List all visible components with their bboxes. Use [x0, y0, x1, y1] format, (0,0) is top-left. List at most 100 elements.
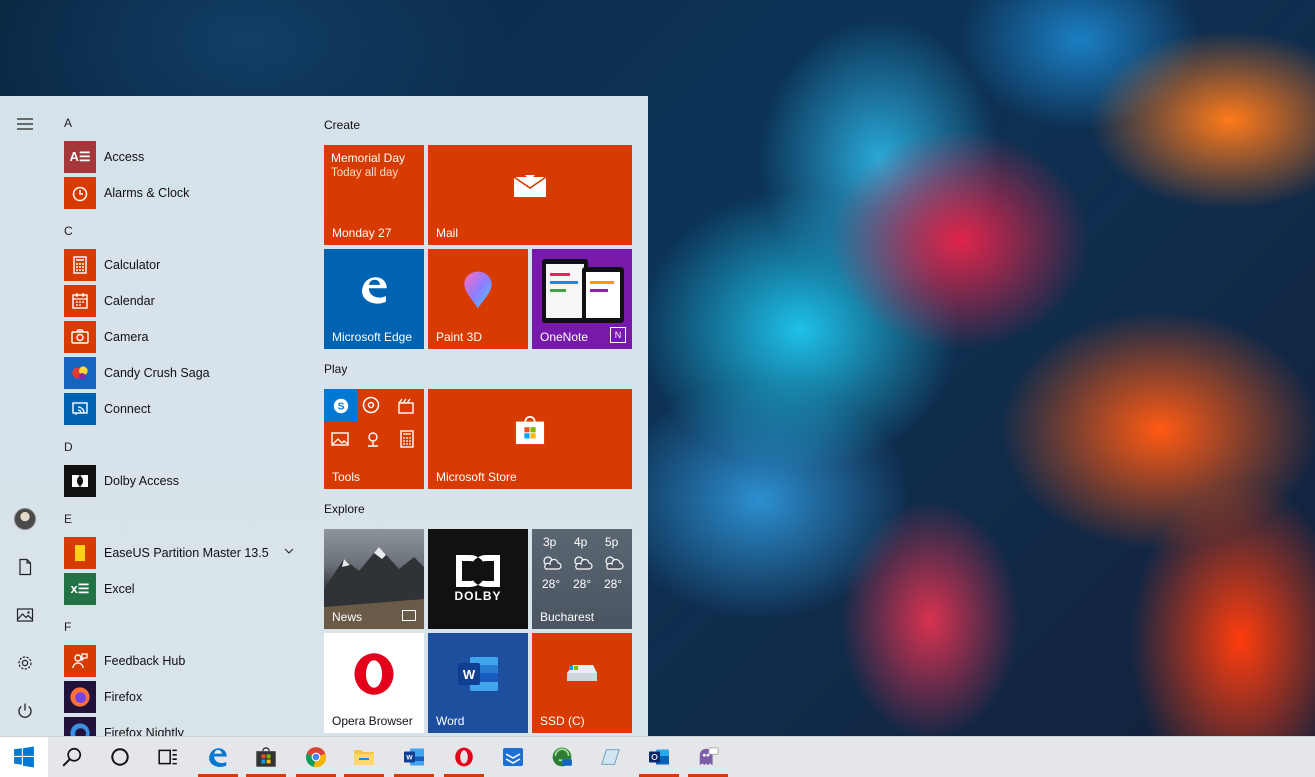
start-rail: [0, 96, 50, 736]
cortana-button[interactable]: [96, 737, 144, 777]
app-label: Firefox: [104, 690, 143, 704]
chevron-down-icon[interactable]: [284, 546, 294, 556]
tile-microsoft-store[interactable]: Microsoft Store: [428, 389, 632, 489]
task-view-button[interactable]: [144, 737, 192, 777]
tile-microsoft-edge[interactable]: Microsoft Edge: [324, 249, 424, 349]
app-list: A A☰ Access Alarms & Clock C Calculator …: [50, 96, 310, 736]
settings-button[interactable]: [5, 643, 45, 683]
pictures-button[interactable]: [5, 595, 45, 635]
app-connect[interactable]: Connect: [64, 393, 304, 425]
calendar-icon: [64, 285, 96, 317]
app-calendar[interactable]: Calendar: [64, 285, 304, 317]
app-label: Calculator: [104, 258, 161, 272]
tile-tools-folder[interactable]: S Tools: [324, 389, 424, 489]
feedback-icon: [64, 645, 96, 677]
taskbar-store[interactable]: [242, 737, 290, 777]
app-easeus[interactable]: EaseUS Partition Master 13.5: [64, 537, 304, 569]
power-icon: [18, 703, 32, 718]
app-access[interactable]: A☰ Access: [64, 141, 304, 173]
app-firefox-nightly[interactable]: Firefox Nightly: [64, 717, 304, 736]
app-calculator[interactable]: Calculator: [64, 249, 304, 281]
taskbar-outlook[interactable]: [635, 737, 683, 777]
app-alarms-clock[interactable]: Alarms & Clock: [64, 177, 304, 209]
letter-header-e[interactable]: E: [64, 512, 72, 526]
user-account-button[interactable]: [5, 499, 45, 539]
file-explorer-icon: [354, 750, 374, 765]
folder-icon: [64, 537, 96, 569]
app-feedback-hub[interactable]: Feedback Hub: [64, 645, 304, 677]
tile-weather[interactable]: 3p 4p 5p 28° 28° 28° Bucharest: [532, 529, 632, 629]
calendar-event-time: Today all day: [331, 167, 399, 179]
word-icon: W: [404, 748, 424, 766]
tile-ssd-drive[interactable]: SSD (C): [532, 633, 632, 733]
mail-sync-icon: [503, 748, 523, 766]
tile-paint-3d[interactable]: Paint 3D: [428, 249, 528, 349]
documents-button[interactable]: [5, 547, 45, 587]
weather-hour: 3p: [543, 535, 557, 549]
app-excel[interactable]: x☰ Excel: [64, 573, 304, 605]
letter-header-a[interactable]: A: [64, 116, 72, 130]
app-firefox[interactable]: Firefox: [64, 681, 304, 713]
store-icon: [428, 389, 632, 471]
skype-icon: S: [324, 389, 357, 422]
hamburger-menu-button[interactable]: [5, 104, 45, 144]
taskbar: W: [0, 736, 1315, 777]
tile-mail[interactable]: Mail: [428, 145, 632, 245]
taskbar-file-explorer[interactable]: [340, 737, 388, 777]
partly-cloudy-icon: [605, 556, 624, 570]
taskbar-mail-sync[interactable]: [489, 737, 537, 777]
search-button[interactable]: [48, 737, 96, 777]
letter-header-f[interactable]: F: [64, 620, 71, 634]
connect-icon: [64, 393, 96, 425]
app-dolby-access[interactable]: Dolby Access: [64, 465, 304, 497]
edge-icon: [324, 249, 424, 331]
app-label: Access: [104, 150, 145, 164]
group-title-explore[interactable]: Explore: [324, 502, 365, 516]
svg-text:W: W: [406, 755, 413, 762]
letter-header-d[interactable]: D: [64, 440, 73, 454]
weather-hour: 4p: [574, 535, 588, 549]
taskbar-chrome[interactable]: [292, 737, 340, 777]
windows-icon: [14, 746, 34, 768]
tile-opera[interactable]: Opera Browser: [324, 633, 424, 733]
start-button[interactable]: [0, 737, 48, 777]
app-label: Feedback Hub: [104, 654, 186, 668]
tile-label: Opera Browser: [332, 714, 413, 728]
letter-header-c[interactable]: C: [64, 224, 73, 238]
taskbar-chat-app[interactable]: [684, 737, 732, 777]
taskbar-browser[interactable]: [538, 737, 586, 777]
weather-temp: 28°: [542, 577, 561, 591]
taskbar-tablet-app[interactable]: [586, 737, 634, 777]
calendar-event-title: Memorial Day: [331, 151, 406, 165]
app-camera[interactable]: Camera: [64, 321, 304, 353]
tile-label: Tools: [332, 470, 361, 484]
excel-icon: x☰: [64, 573, 96, 605]
taskbar-edge[interactable]: [194, 737, 242, 777]
group-title-play[interactable]: Play: [324, 362, 347, 376]
weather-city: Bucharest: [540, 610, 595, 624]
app-label: Alarms & Clock: [104, 186, 190, 200]
gear-icon: [18, 656, 32, 670]
partly-cloudy-icon: [543, 556, 562, 570]
tile-onenote[interactable]: N OneNote: [532, 249, 632, 349]
document-icon: [19, 558, 32, 576]
app-label: Dolby Access: [104, 474, 180, 488]
tile-dolby[interactable]: DOLBY: [428, 529, 528, 629]
tile-news[interactable]: News: [324, 529, 424, 629]
group-title-create[interactable]: Create: [324, 118, 360, 132]
store-icon: [256, 747, 276, 767]
drive-icon: [532, 633, 632, 715]
taskbar-word[interactable]: W: [390, 737, 438, 777]
taskbar-opera[interactable]: [440, 737, 488, 777]
tile-word[interactable]: W Word: [428, 633, 528, 733]
partly-cloudy-icon: [574, 556, 593, 570]
tile-calendar[interactable]: Memorial Day Today all day Monday 27: [324, 145, 424, 245]
svg-text:S: S: [337, 401, 344, 412]
weather-temp: 28°: [573, 577, 592, 591]
app-candy-crush[interactable]: Candy Crush Saga: [64, 357, 304, 389]
tile-label: SSD (C): [540, 714, 585, 728]
power-button[interactable]: [5, 691, 45, 731]
tablet-icon: [601, 749, 620, 765]
calculator-icon: [397, 429, 417, 452]
calculator-icon: [64, 249, 96, 281]
